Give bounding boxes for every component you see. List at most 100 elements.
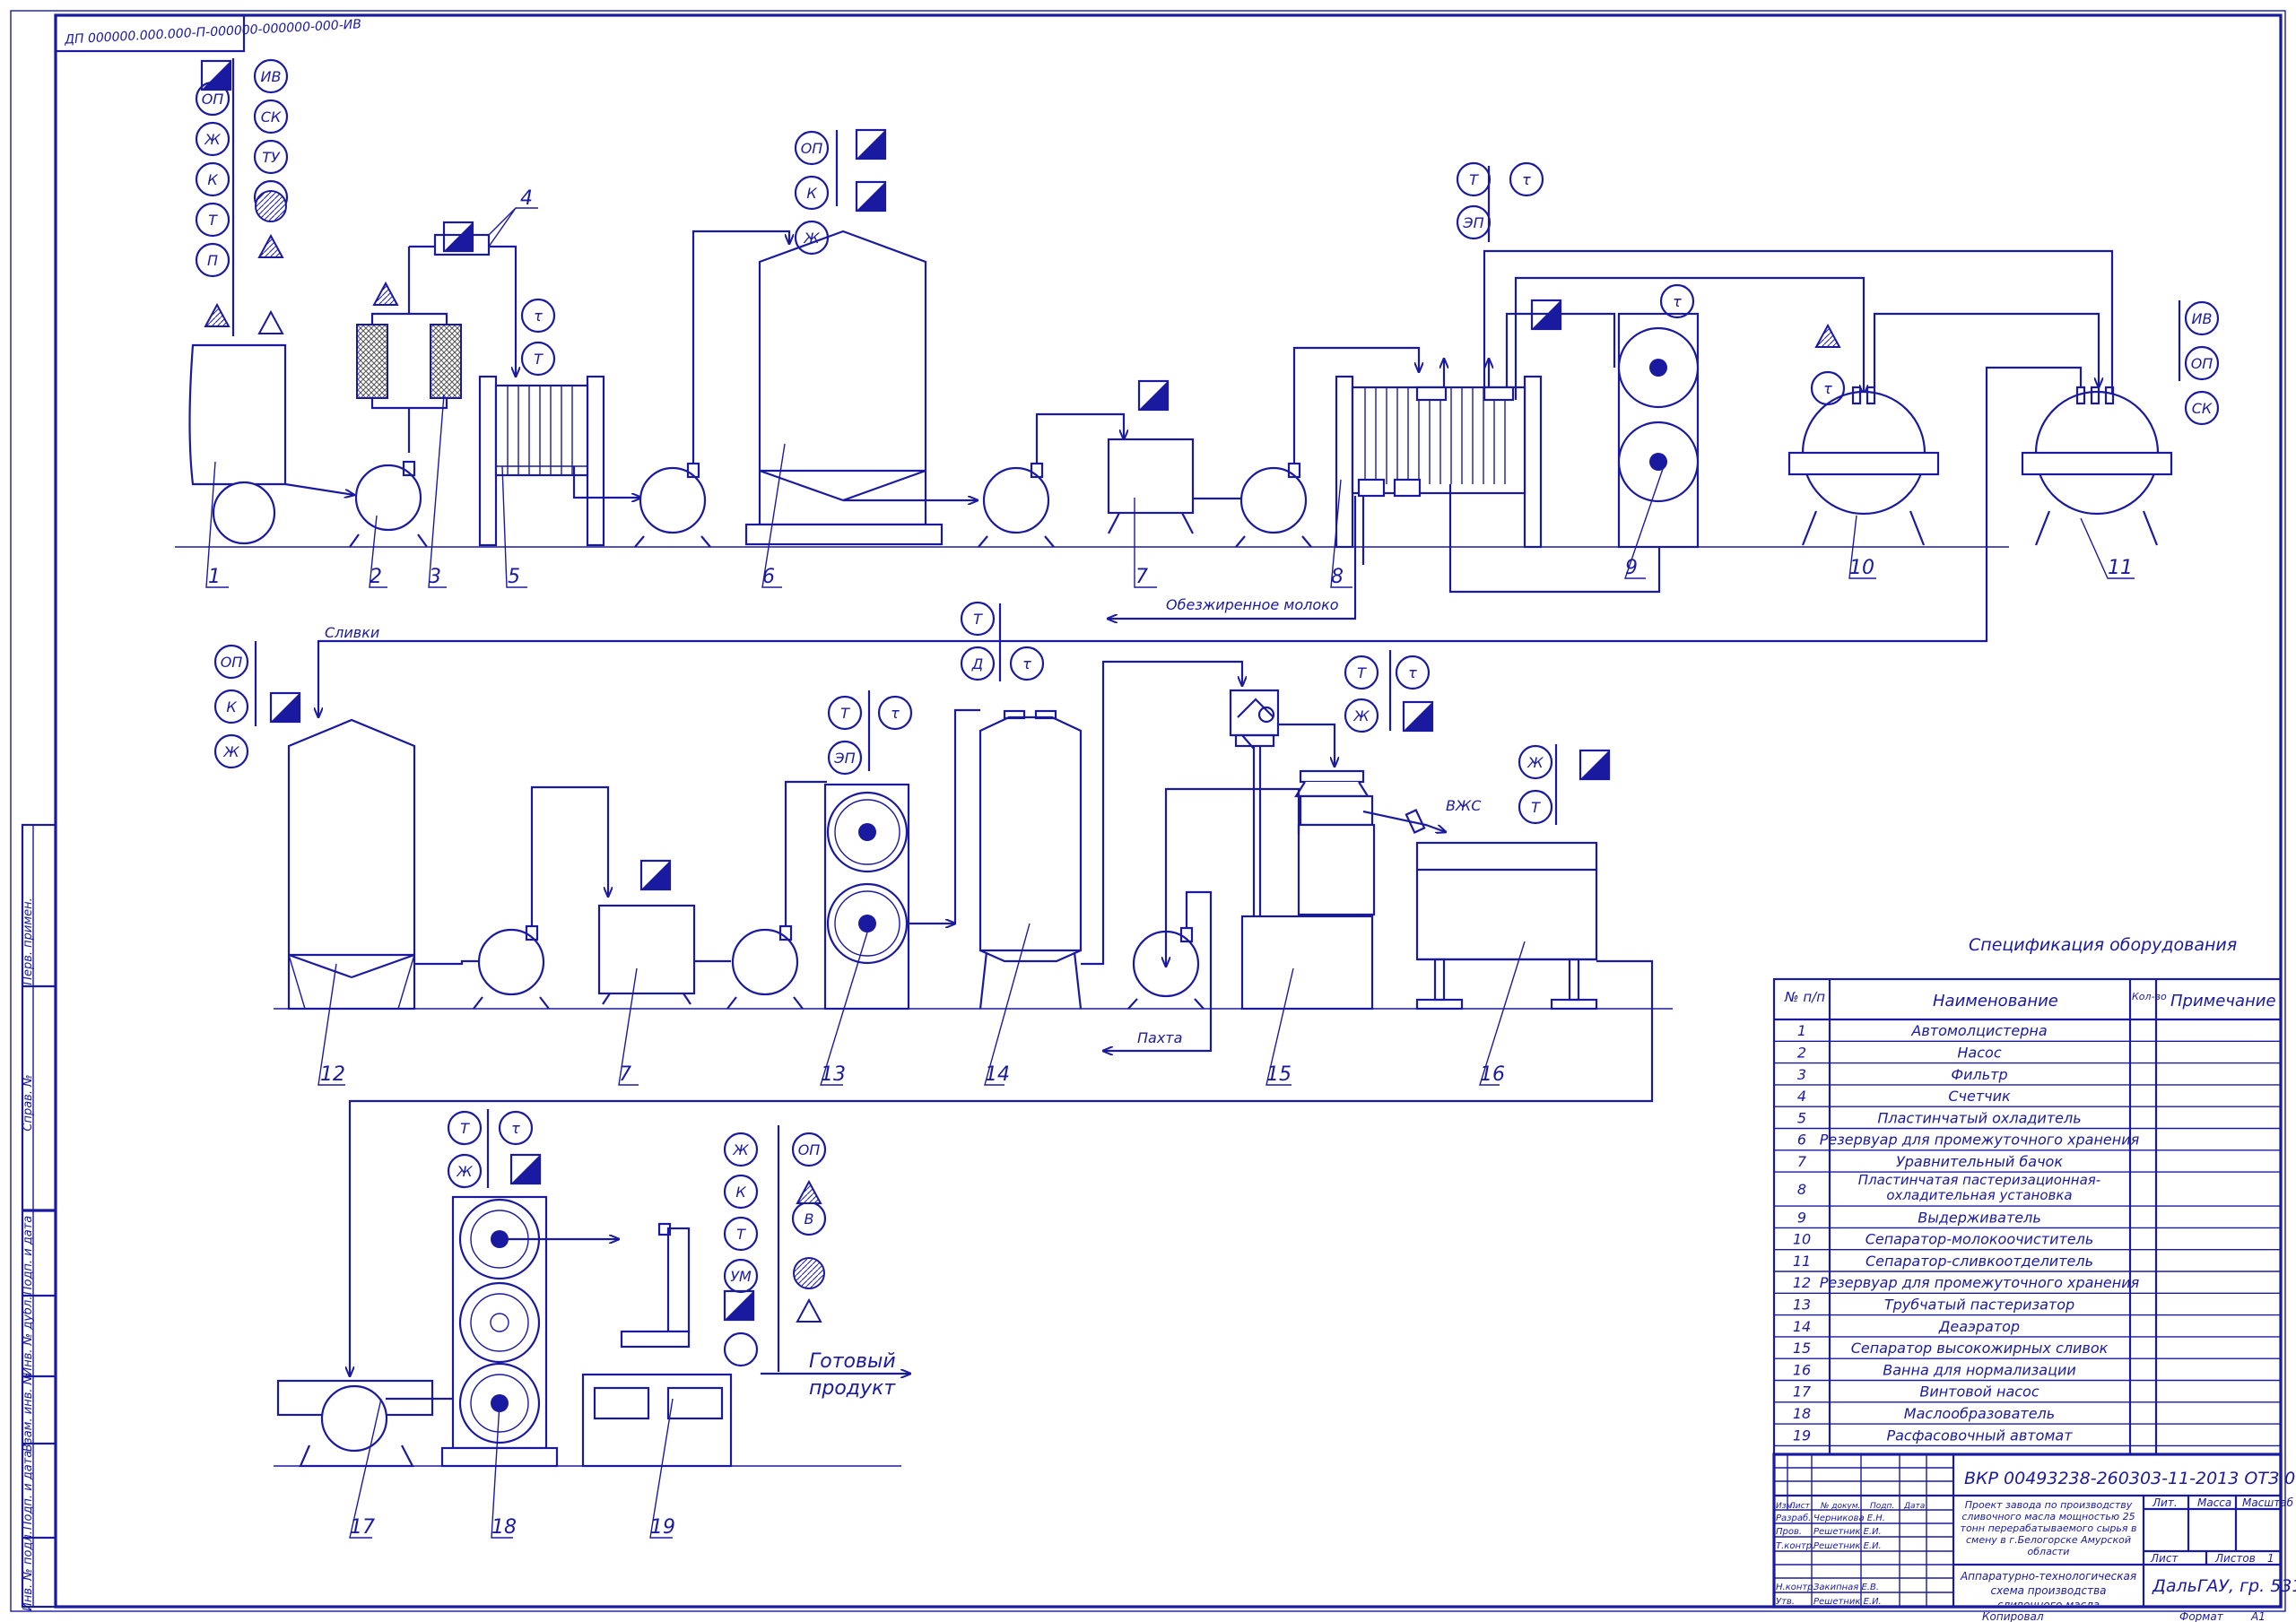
spec-row: 13 Трубчатый пастеризатор	[1774, 1296, 2281, 1316]
svg-text:15: 15	[1793, 1340, 1811, 1357]
svg-text:Ж: Ж	[204, 131, 221, 148]
svg-text:Т: Т	[840, 705, 850, 722]
svg-text:5: 5	[508, 566, 520, 588]
spec-row: 7 Уравнительный бачок	[1774, 1153, 2281, 1173]
svg-text:τ: τ	[1673, 293, 1682, 310]
svg-text:2: 2	[370, 566, 382, 588]
control-point: К	[794, 175, 830, 211]
control-point: ТУ	[253, 139, 289, 175]
balance-tank-row2	[597, 904, 731, 1005]
svg-text:Пров.: Пров.	[1776, 1527, 1802, 1537]
svg-text:Сепаратор-сливкоотделитель: Сепаратор-сливкоотделитель	[1866, 1253, 2093, 1270]
svg-text:τ: τ	[1022, 655, 1031, 672]
svg-text:К: К	[806, 185, 817, 202]
svg-text:13: 13	[821, 1063, 846, 1086]
control-point: ИВ	[253, 58, 289, 94]
svg-text:Масштаб: Масштаб	[2242, 1496, 2294, 1509]
pasteurizer-8	[1335, 249, 2114, 594]
svg-text:Ванна для нормализации: Ванна для нормализации	[1883, 1361, 2076, 1378]
control-point: П	[195, 242, 230, 278]
spec-row: 10 Сепаратор-молокоочиститель	[1774, 1231, 2281, 1251]
svg-text:№ п/п: № п/п	[1784, 989, 1825, 1005]
svg-text:7: 7	[619, 1063, 631, 1086]
packing-machine-19	[581, 1373, 733, 1468]
svg-text:Перв. примен.: Перв. примен.	[22, 898, 35, 985]
svg-text:16: 16	[1480, 1063, 1505, 1086]
control-point: τ	[520, 298, 556, 334]
control-point: Т	[1456, 161, 1492, 197]
control-point: Т	[1518, 789, 1553, 825]
svg-text:τ: τ	[891, 705, 900, 722]
svg-text:Сепаратор высокожирных сливок: Сепаратор высокожирных сливок	[1851, 1340, 2109, 1357]
product-label-2: продукт	[809, 1377, 896, 1400]
svg-text:Т: Т	[973, 611, 983, 628]
svg-text:Утв.: Утв.	[1776, 1597, 1795, 1607]
svg-text:Ж: Ж	[732, 1141, 749, 1158]
svg-text:Пластинчатый охладитель: Пластинчатый охладитель	[1877, 1109, 2081, 1126]
svg-text:Копировал: Копировал	[1982, 1610, 2044, 1622]
svg-text:Д: Д	[971, 655, 984, 672]
svg-text:18: 18	[1793, 1405, 1811, 1422]
svg-text:К: К	[226, 698, 237, 716]
svg-text:К: К	[207, 171, 218, 188]
doc-code: ВКР 00493238-260303-11-2013 ОТЗ 00.00.00…	[1964, 1469, 2296, 1488]
buttermilk-label: Пахта	[1137, 1029, 1182, 1046]
svg-text:Насос: Насос	[1957, 1044, 2001, 1061]
svg-text:16: 16	[1793, 1361, 1811, 1378]
svg-text:ТУ: ТУ	[262, 149, 281, 166]
svg-text:Подп. и дата: Подп. и дата	[22, 1216, 35, 1296]
svg-text:Решетник Е.И.: Решетник Е.И.	[1813, 1527, 1882, 1537]
svg-text:Листов: Листов	[2214, 1552, 2256, 1565]
control-point: ЭП	[1456, 204, 1492, 240]
svg-text:19: 19	[1793, 1427, 1811, 1444]
svg-text:Винтовой насос: Винтовой насос	[1919, 1383, 2039, 1401]
quality-square	[855, 180, 887, 213]
svg-text:Взам. инв. №: Взам. инв. №	[22, 1373, 35, 1452]
svg-text:Автомолцистерна: Автомолцистерна	[1910, 1022, 2047, 1039]
svg-text:П: П	[207, 252, 218, 269]
control-point: СК	[253, 99, 289, 134]
quality-triangle	[257, 233, 284, 258]
svg-text:15: 15	[1266, 1063, 1292, 1086]
svg-text:Т: Т	[736, 1226, 746, 1243]
control-point: τ	[1810, 370, 1846, 406]
tubular-pasteurizer-13	[823, 783, 955, 1010]
svg-text:τ: τ	[1823, 380, 1832, 397]
control-point: ОП	[2184, 345, 2220, 381]
svg-text:Трубчатый пастеризатор: Трубчатый пастеризатор	[1884, 1296, 2074, 1313]
spec-row: 16 Ванна для нормализации	[1774, 1361, 2281, 1382]
quality-triangle	[796, 1297, 822, 1323]
svg-text:17: 17	[1793, 1383, 1812, 1401]
svg-text:В: В	[804, 1210, 814, 1227]
svg-text:Решетник Е.И.: Решетник Е.И.	[1813, 1541, 1882, 1551]
svg-text:Инв. № дубл.: Инв. № дубл.	[22, 1297, 35, 1376]
svg-text:Лист: Лист	[2150, 1552, 2179, 1565]
svg-text:Подп.: Подп.	[1870, 1502, 1894, 1511]
quality-hatched-circle	[793, 1257, 825, 1289]
quality-square	[509, 1153, 542, 1185]
svg-text:Разраб.: Разраб.	[1776, 1513, 1811, 1523]
svg-text:Выдерживатель: Выдерживатель	[1918, 1209, 2041, 1226]
svg-text:8: 8	[1331, 566, 1344, 588]
title-block: ВКР 00493238-260303-11-2013 ОТЗ 00.00.00…	[1772, 1453, 2296, 1622]
empty-circle	[723, 1331, 759, 1367]
svg-text:17: 17	[350, 1516, 375, 1539]
balance-tank-row1	[1107, 438, 1251, 534]
product-label-1: Готовый	[809, 1350, 896, 1373]
control-point: Т	[447, 1110, 483, 1146]
svg-text:11: 11	[1793, 1253, 1811, 1270]
svg-text:ОП: ОП	[2191, 355, 2213, 372]
svg-text:Т.контр.: Т.контр.	[1776, 1541, 1814, 1551]
spec-row: 15 Сепаратор высокожирных сливок	[1774, 1340, 2281, 1359]
control-point: τ	[1509, 161, 1544, 197]
svg-text:Т: Т	[1531, 799, 1541, 816]
quality-triangle	[257, 309, 284, 334]
skim-milk-label: Обезжиренное молоко	[1166, 596, 1339, 613]
svg-text:К: К	[735, 1184, 746, 1201]
quality-square	[1137, 379, 1170, 412]
storage-tank-6	[744, 230, 978, 546]
svg-text:12: 12	[320, 1063, 345, 1086]
svg-text:Фильтр: Фильтр	[1951, 1066, 2007, 1083]
quality-triangle	[372, 281, 399, 306]
svg-text:Дата: Дата	[1903, 1502, 1925, 1511]
